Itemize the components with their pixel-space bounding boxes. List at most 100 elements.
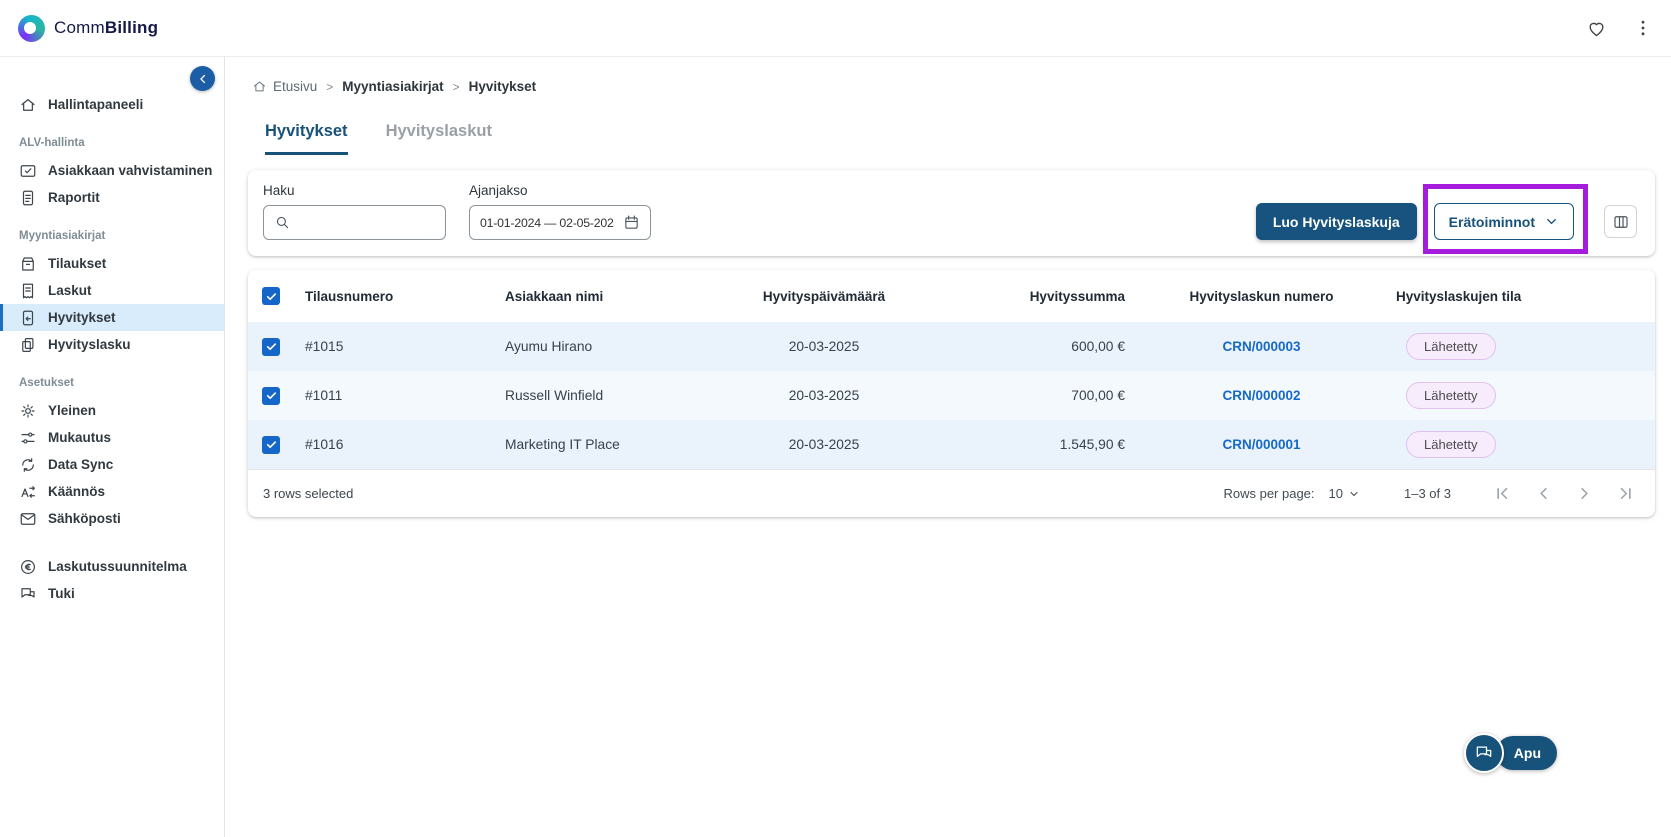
last-page-icon xyxy=(1620,487,1631,500)
pagination-range: 1–3 of 3 xyxy=(1404,486,1451,501)
search-input[interactable] xyxy=(298,215,435,230)
sidebar-item-credit-note[interactable]: Hyvityslasku xyxy=(0,331,224,358)
create-credit-notes-button[interactable]: Luo Hyvityslaskuja xyxy=(1255,203,1417,240)
breadcrumb-sales-docs[interactable]: Myyntiasiakirjat xyxy=(342,79,443,94)
status-badge: Lähetetty xyxy=(1406,382,1496,409)
help-chat-button[interactable] xyxy=(1463,733,1504,773)
chevron-left-icon xyxy=(199,74,205,83)
sidebar-item-email[interactable]: Sähköposti xyxy=(0,505,224,532)
mail-icon xyxy=(20,512,36,525)
credit-note-link[interactable]: CRN/000002 xyxy=(1222,388,1300,403)
breadcrumb: Etusivu > Myyntiasiakirjat > Hyvitykset xyxy=(248,79,1655,94)
status-badge: Lähetetty xyxy=(1406,333,1496,360)
gear-icon xyxy=(21,403,35,418)
chevron-right-icon xyxy=(1581,487,1588,500)
sync-icon xyxy=(22,457,34,472)
sidebar-section-sales-docs: Myyntiasiakirjat xyxy=(19,230,106,242)
table-row[interactable]: #1015 Ayumu Hirano 20-03-2025 600,00 € C… xyxy=(248,322,1655,371)
table-row[interactable]: #1016 Marketing IT Place 20-03-2025 1.54… xyxy=(248,420,1655,469)
tab-credit-notes[interactable]: Hyvityslaskut xyxy=(386,122,492,155)
sidebar-item-reports[interactable]: Raportit xyxy=(0,184,224,211)
refund-date: 20-03-2025 xyxy=(788,437,860,452)
receipt-icon xyxy=(22,283,34,298)
row-checkbox[interactable] xyxy=(262,386,280,405)
date-range-label: Ajanjakso xyxy=(469,183,528,198)
sidebar-item-dashboard[interactable]: Hallintapaneeli xyxy=(0,91,224,118)
customer-name: Russell Winfield xyxy=(505,388,604,403)
orders-icon xyxy=(22,256,34,271)
order-number: #1011 xyxy=(305,388,343,403)
refund-amount: 600,00 € xyxy=(1071,339,1125,354)
sidebar-item-invoices[interactable]: Laskut xyxy=(0,277,224,304)
sidebar-collapse-button[interactable] xyxy=(190,66,215,91)
support-chat-icon xyxy=(21,587,35,598)
translate-icon xyxy=(21,485,35,498)
main-content: Etusivu > Myyntiasiakirjat > Hyvitykset … xyxy=(225,57,1671,837)
header-refund-date: Hyvityspäivämäärä xyxy=(762,288,886,304)
row-checkbox[interactable] xyxy=(262,435,280,454)
sidebar-item-data-sync[interactable]: Data Sync xyxy=(0,451,224,478)
refunds-table: Tilausnumero Asiakkaan nimi Hyvityspäivä… xyxy=(248,270,1655,517)
brand-logo[interactable]: CommBilling xyxy=(18,14,159,42)
search-label: Haku xyxy=(263,183,295,198)
header-order-number: Tilausnumero xyxy=(305,288,394,304)
breadcrumb-home[interactable]: Etusivu xyxy=(252,79,317,94)
row-checkbox[interactable] xyxy=(262,337,280,356)
refund-amount: 1.545,90 € xyxy=(1059,437,1125,452)
last-page-button[interactable] xyxy=(1616,484,1635,503)
copy-doc-icon xyxy=(22,337,34,352)
order-number: #1015 xyxy=(305,339,344,354)
calendar-icon[interactable] xyxy=(623,214,640,231)
rows-per-page-select[interactable]: 10 xyxy=(1329,486,1360,501)
help-button[interactable]: Apu xyxy=(1495,736,1557,770)
pagination-controls xyxy=(1493,484,1635,503)
brand-name: CommBilling xyxy=(54,18,159,37)
breadcrumb-separator: > xyxy=(326,79,334,94)
sidebar-item-customization[interactable]: Mukautus xyxy=(0,424,224,451)
kebab-icon xyxy=(1641,20,1645,36)
header-customer-name: Asiakkaan nimi xyxy=(505,288,604,304)
credit-note-link[interactable]: CRN/000001 xyxy=(1222,437,1300,452)
bulk-actions-button[interactable]: Erätoiminnot xyxy=(1433,203,1574,240)
sidebar-item-refunds[interactable]: Hyvitykset xyxy=(0,304,224,331)
chat-icon xyxy=(1476,746,1492,757)
refund-amount: 700,00 € xyxy=(1071,388,1125,403)
home-icon xyxy=(21,98,35,111)
sidebar-item-customer-validation[interactable]: Asiakkaan vahvistaminen xyxy=(0,157,224,184)
heart-icon xyxy=(1589,22,1604,36)
sidebar: Hallintapaneeli ALV-hallinta Asiakkaan v… xyxy=(0,57,225,837)
chevron-down-icon xyxy=(1350,491,1358,496)
first-page-button[interactable] xyxy=(1493,484,1512,503)
favorites-button[interactable] xyxy=(1586,18,1607,39)
date-range-input[interactable] xyxy=(480,215,616,230)
table-row[interactable]: #1011 Russell Winfield 20-03-2025 700,00… xyxy=(248,371,1655,420)
kebab-menu-button[interactable] xyxy=(1633,18,1653,38)
prev-page-button[interactable] xyxy=(1534,484,1553,503)
sidebar-item-translation[interactable]: Käännös xyxy=(0,478,224,505)
filter-bar: Haku Ajanjakso Luo Hyvityslaskuja Erätoi… xyxy=(248,170,1655,256)
status-badge: Lähetetty xyxy=(1406,431,1496,458)
next-page-button[interactable] xyxy=(1575,484,1594,503)
euro-icon xyxy=(21,559,35,574)
card-check-icon xyxy=(20,164,36,177)
home-icon xyxy=(254,81,265,92)
credit-note-link[interactable]: CRN/000003 xyxy=(1222,339,1300,354)
header-credit-note-number: Hyvityslaskun numero xyxy=(1189,288,1334,304)
help-widget: Apu xyxy=(1463,733,1557,773)
tab-bar: Hyvitykset Hyvityslaskut xyxy=(265,122,1655,155)
select-all-checkbox[interactable] xyxy=(262,287,280,305)
tab-refunds[interactable]: Hyvitykset xyxy=(265,122,348,155)
column-settings-button[interactable] xyxy=(1604,205,1637,238)
document-icon xyxy=(22,190,34,205)
topbar: CommBilling xyxy=(0,0,1671,57)
sidebar-item-general[interactable]: Yleinen xyxy=(0,397,224,424)
refund-icon xyxy=(22,310,34,325)
header-refund-amount: Hyvityssumma xyxy=(1029,288,1125,304)
refund-date: 20-03-2025 xyxy=(788,339,860,354)
sidebar-item-orders[interactable]: Tilaukset xyxy=(0,250,224,277)
breadcrumb-refunds: Hyvitykset xyxy=(468,79,537,94)
sidebar-item-support[interactable]: Tuki xyxy=(0,580,224,607)
order-number: #1016 xyxy=(305,437,344,452)
date-range-field: Ajanjakso xyxy=(469,183,651,240)
sidebar-item-billing-plan[interactable]: Laskutussuunnitelma xyxy=(0,553,224,580)
